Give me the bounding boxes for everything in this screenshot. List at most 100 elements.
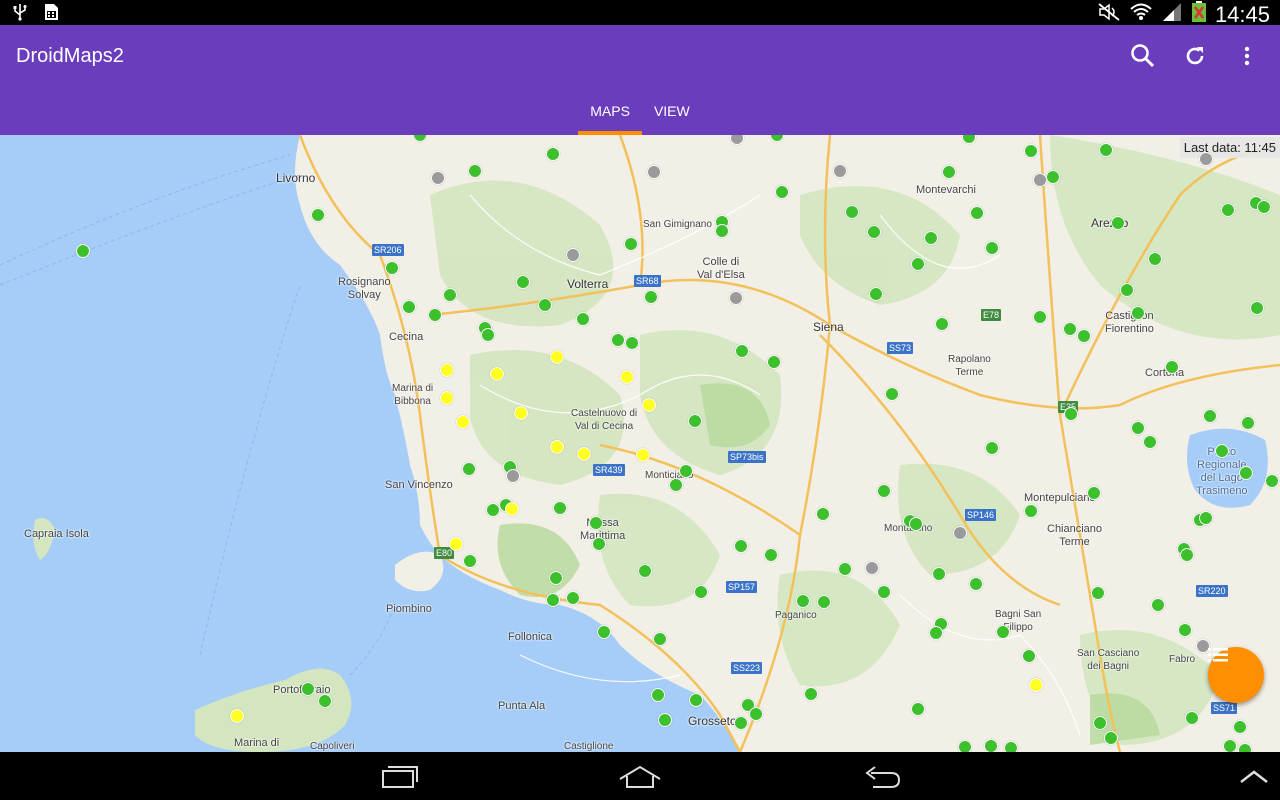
station-marker-green[interactable] (402, 300, 416, 314)
station-marker-green[interactable] (1250, 301, 1264, 315)
station-marker-gray[interactable] (1199, 152, 1213, 166)
overflow-menu-button[interactable] (1232, 41, 1262, 71)
station-marker-green[interactable] (625, 336, 639, 350)
station-marker-green[interactable] (767, 355, 781, 369)
station-marker-green[interactable] (996, 625, 1010, 639)
station-marker-green[interactable] (694, 585, 708, 599)
station-marker-green[interactable] (1199, 511, 1213, 525)
station-marker-green[interactable] (1120, 283, 1134, 297)
station-marker-yellow[interactable] (1029, 678, 1043, 692)
station-marker-green[interactable] (597, 625, 611, 639)
station-marker-green[interactable] (669, 478, 683, 492)
station-marker-green[interactable] (877, 585, 891, 599)
station-marker-green[interactable] (1022, 649, 1036, 663)
refresh-button[interactable] (1180, 41, 1210, 71)
station-marker-green[interactable] (1180, 548, 1194, 562)
station-marker-yellow[interactable] (636, 448, 650, 462)
station-marker-green[interactable] (1111, 216, 1125, 230)
station-marker-green[interactable] (911, 702, 925, 716)
station-marker-green[interactable] (644, 290, 658, 304)
station-marker-green[interactable] (932, 567, 946, 581)
station-marker-green[interactable] (1185, 711, 1199, 725)
station-marker-green[interactable] (1165, 360, 1179, 374)
station-marker-green[interactable] (764, 548, 778, 562)
station-marker-gray[interactable] (431, 171, 445, 185)
station-marker-yellow[interactable] (550, 440, 564, 454)
station-marker-green[interactable] (969, 577, 983, 591)
station-marker-green[interactable] (1033, 310, 1047, 324)
station-marker-green[interactable] (869, 287, 883, 301)
station-marker-green[interactable] (1104, 731, 1118, 745)
station-marker-green[interactable] (1215, 444, 1229, 458)
station-marker-green[interactable] (311, 208, 325, 222)
station-marker-green[interactable] (679, 464, 693, 478)
station-marker-green[interactable] (76, 244, 90, 258)
station-marker-green[interactable] (734, 716, 748, 730)
station-marker-yellow[interactable] (620, 370, 634, 384)
station-marker-green[interactable] (576, 312, 590, 326)
station-marker-green[interactable] (970, 206, 984, 220)
station-marker-green[interactable] (566, 591, 580, 605)
station-marker-green[interactable] (638, 564, 652, 578)
station-marker-green[interactable] (546, 147, 560, 161)
station-marker-yellow[interactable] (440, 363, 454, 377)
station-marker-yellow[interactable] (440, 391, 454, 405)
station-marker-yellow[interactable] (514, 406, 528, 420)
station-marker-green[interactable] (462, 462, 476, 476)
station-marker-green[interactable] (1143, 435, 1157, 449)
station-marker-green[interactable] (1221, 203, 1235, 217)
station-marker-green[interactable] (546, 593, 560, 607)
station-marker-gray[interactable] (953, 526, 967, 540)
station-marker-green[interactable] (611, 333, 625, 347)
tab-view[interactable]: VIEW (642, 95, 702, 135)
station-marker-green[interactable] (1241, 416, 1255, 430)
station-marker-green[interactable] (984, 739, 998, 752)
station-marker-green[interactable] (592, 537, 606, 551)
station-marker-yellow[interactable] (642, 398, 656, 412)
station-marker-gray[interactable] (865, 561, 879, 575)
station-marker-green[interactable] (463, 554, 477, 568)
station-marker-green[interactable] (985, 241, 999, 255)
station-marker-green[interactable] (1239, 466, 1253, 480)
station-marker-gray[interactable] (647, 165, 661, 179)
station-marker-yellow[interactable] (490, 367, 504, 381)
station-marker-green[interactable] (651, 688, 665, 702)
station-marker-yellow[interactable] (550, 350, 564, 364)
station-marker-green[interactable] (935, 317, 949, 331)
station-marker-green[interactable] (1046, 170, 1060, 184)
station-marker-green[interactable] (877, 484, 891, 498)
station-marker-green[interactable] (715, 224, 729, 238)
station-marker-green[interactable] (1063, 322, 1077, 336)
station-marker-green[interactable] (735, 344, 749, 358)
station-marker-green[interactable] (775, 185, 789, 199)
station-marker-green[interactable] (816, 507, 830, 521)
station-marker-green[interactable] (804, 687, 818, 701)
station-marker-green[interactable] (1077, 329, 1091, 343)
home-button[interactable] (618, 762, 662, 792)
station-marker-yellow[interactable] (449, 537, 463, 551)
station-marker-green[interactable] (385, 261, 399, 275)
station-marker-green[interactable] (428, 308, 442, 322)
station-marker-green[interactable] (658, 713, 672, 727)
station-marker-green[interactable] (796, 594, 810, 608)
station-marker-green[interactable] (1233, 720, 1247, 734)
station-marker-green[interactable] (845, 205, 859, 219)
station-marker-green[interactable] (589, 516, 603, 530)
station-marker-green[interactable] (481, 328, 495, 342)
station-marker-green[interactable] (1004, 741, 1018, 752)
station-marker-green[interactable] (1203, 409, 1217, 423)
station-marker-green[interactable] (909, 517, 923, 531)
station-marker-green[interactable] (1024, 144, 1038, 158)
station-marker-green[interactable] (1093, 716, 1107, 730)
station-marker-gray[interactable] (566, 248, 580, 262)
station-marker-green[interactable] (817, 595, 831, 609)
station-marker-green[interactable] (1087, 486, 1101, 500)
station-marker-gray[interactable] (729, 291, 743, 305)
station-marker-yellow[interactable] (456, 415, 470, 429)
station-marker-green[interactable] (653, 632, 667, 646)
station-marker-green[interactable] (1238, 743, 1252, 752)
station-marker-green[interactable] (1257, 200, 1271, 214)
station-marker-green[interactable] (318, 694, 332, 708)
station-marker-green[interactable] (929, 626, 943, 640)
station-marker-green[interactable] (1064, 407, 1078, 421)
